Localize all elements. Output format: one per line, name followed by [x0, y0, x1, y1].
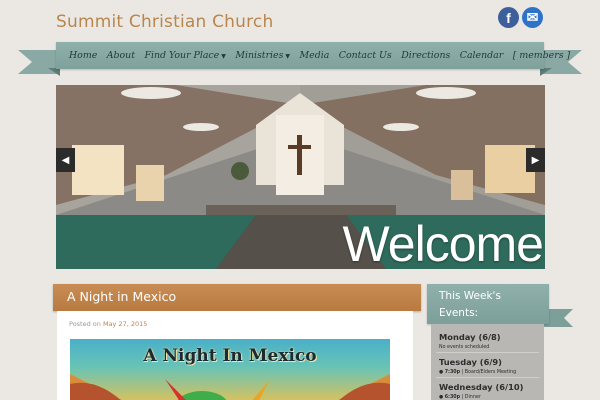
nav-item-find-your-place[interactable]: Find Your Place ▼ — [145, 50, 226, 61]
events-header: This Week's Events: — [427, 284, 549, 324]
nav-item-media[interactable]: Media — [300, 50, 330, 61]
site-title[interactable]: Summit Christian Church — [56, 12, 273, 32]
event-day: Wednesday (6/10) — [439, 382, 524, 392]
nav-bar: Home About Find Your Place ▼ Ministries ▼ … — [56, 42, 570, 69]
chevron-down-icon: ▼ — [221, 53, 226, 60]
event-day: Tuesday (6/9) — [439, 357, 502, 367]
divider — [436, 377, 539, 378]
events-list: Monday (6/8) No events scheduled Tuesday… — [431, 324, 544, 400]
slider-caption: Welcome — [342, 216, 544, 269]
hero-slider[interactable]: Welcome ◀ ▶ — [56, 85, 545, 269]
nav-item-contact-us[interactable]: Contact Us — [339, 50, 392, 61]
event-time: 7:30p — [444, 370, 461, 375]
event-text: Dinner — [464, 395, 481, 400]
mail-icon[interactable]: ✉ — [522, 7, 543, 28]
post-body: Posted on May 27, 2015 A Night In Mexico — [57, 311, 413, 400]
slider-next-button[interactable]: ▶ — [526, 148, 545, 172]
post-title[interactable]: A Night in Mexico — [67, 289, 176, 304]
post-header: A Night in Mexico — [53, 284, 421, 311]
feature-image-title: A Night In Mexico — [143, 346, 317, 366]
event-item: No events scheduled — [439, 345, 490, 350]
post-date[interactable]: May 27, 2015 — [103, 320, 147, 328]
event-time: 6:30p — [444, 395, 461, 400]
event-item[interactable]: ● 7:30p | Board/Elders Meeting — [439, 370, 516, 375]
nav-item-members[interactable]: [ members ] — [513, 50, 570, 61]
posted-prefix: Posted on — [69, 320, 101, 328]
post-feature-image[interactable]: A Night In Mexico — [70, 339, 390, 400]
nav-item-ministries[interactable]: Ministries ▼ — [235, 50, 290, 61]
nav-item-calendar[interactable]: Calendar — [460, 50, 503, 61]
chevron-down-icon: ▼ — [285, 53, 291, 60]
post-meta: Posted on May 27, 2015 — [69, 320, 147, 328]
event-day: Monday (6/8) — [439, 332, 501, 342]
social-links: f ✉ — [498, 7, 543, 28]
nav-item-about[interactable]: About — [107, 50, 135, 61]
nav-item-directions[interactable]: Directions — [401, 50, 450, 61]
event-item[interactable]: ● 6:30p | Dinner — [439, 395, 481, 400]
divider — [436, 352, 539, 353]
nav-item-home[interactable]: Home — [69, 50, 97, 61]
main-navigation: Home About Find Your Place ▼ Ministries ▼ … — [18, 41, 582, 77]
event-text: Board/Elders Meeting — [464, 370, 517, 375]
events-title: This Week's Events: — [439, 290, 501, 319]
facebook-icon[interactable]: f — [498, 7, 519, 28]
slider-prev-button[interactable]: ◀ — [56, 148, 75, 172]
